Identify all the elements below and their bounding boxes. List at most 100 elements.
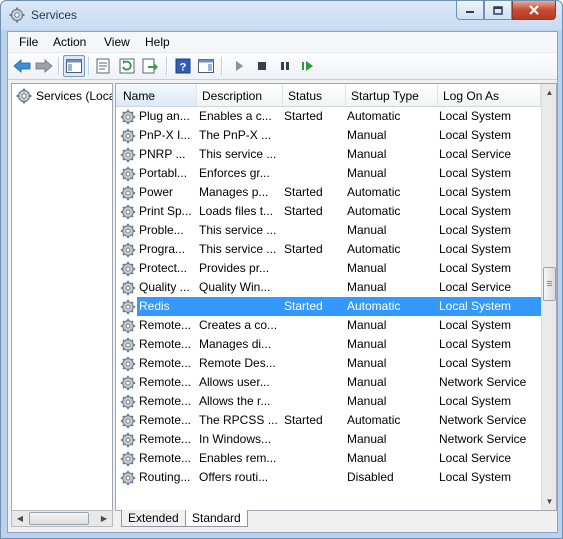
column-header-description[interactable]: Description bbox=[197, 84, 283, 106]
table-row[interactable]: Proble... This service ... Manual Local Sys… bbox=[116, 221, 541, 240]
table-row[interactable]: Power Manages p... Started Automatic Local S… bbox=[116, 183, 541, 202]
maximize-button[interactable] bbox=[484, 1, 512, 20]
table-row[interactable]: Remote... Enables rem... Manual Local Servi… bbox=[116, 449, 541, 468]
service-gear-icon bbox=[120, 451, 136, 467]
cell-name: Remote... bbox=[139, 432, 192, 446]
services-window: Services File Action View Help ? Service… bbox=[0, 0, 563, 539]
table-row[interactable]: Remote... In Windows... Manual Network Serv… bbox=[116, 430, 541, 449]
menu-file[interactable]: File bbox=[19, 35, 38, 49]
scroll-up-icon[interactable]: ▲ bbox=[542, 84, 556, 101]
column-header-status[interactable]: Status bbox=[283, 84, 346, 106]
window-title: Services bbox=[31, 8, 78, 22]
table-row[interactable]: Quality ... Quality Win... Manual Local Ser… bbox=[116, 278, 541, 297]
menu-view[interactable]: View bbox=[104, 35, 130, 49]
table-row[interactable]: Remote... The RPCSS ... Started Automatic Ne… bbox=[116, 411, 541, 430]
cell-status: Started bbox=[284, 109, 323, 123]
services-list-pane: ▲ Name Description Status Startup Type L… bbox=[115, 83, 557, 511]
tab-extended[interactable]: Extended bbox=[121, 510, 186, 527]
service-gear-icon bbox=[120, 375, 136, 391]
cell-description: Enables rem... bbox=[199, 451, 277, 465]
table-row[interactable]: Portabl... Enforces gr... Manual Local Syst… bbox=[116, 164, 541, 183]
service-gear-icon bbox=[120, 261, 136, 277]
cell-status bbox=[284, 335, 344, 354]
table-row[interactable]: Remote... Allows user... Manual Network Ser… bbox=[116, 373, 541, 392]
properties-button[interactable] bbox=[94, 57, 112, 75]
cell-startup-type: Manual bbox=[347, 280, 387, 294]
table-row[interactable]: Progra... This service ... Started Automati… bbox=[116, 240, 541, 259]
table-row[interactable]: Remote... Remote Des... Manual Local System bbox=[116, 354, 541, 373]
refresh-icon bbox=[119, 58, 135, 74]
column-header-log-on-as[interactable]: Log On As bbox=[438, 84, 541, 106]
toolbar: ? bbox=[8, 53, 557, 80]
forward-icon bbox=[35, 59, 53, 73]
title-bar[interactable]: Services bbox=[1, 1, 562, 31]
table-row[interactable]: Redis Started Automatic Local System bbox=[116, 297, 541, 316]
cell-log-on-as: Local System bbox=[439, 185, 512, 199]
menu-help[interactable]: Help bbox=[145, 35, 170, 49]
cell-name: Remote... bbox=[139, 394, 192, 408]
cell-description: Enables a c... bbox=[199, 109, 272, 123]
list-vertical-scrollbar[interactable]: ▲ ▼ bbox=[541, 84, 556, 510]
show-hide-console-tree-button[interactable] bbox=[63, 55, 85, 77]
cell-name: Routing... bbox=[139, 470, 191, 484]
toolbar-separator bbox=[88, 57, 90, 75]
cell-log-on-as: Local System bbox=[439, 318, 512, 332]
service-gear-icon bbox=[120, 413, 136, 429]
close-button[interactable] bbox=[512, 1, 556, 20]
cell-name: Progra... bbox=[139, 242, 186, 256]
tree-item-services-local[interactable]: Services (Local) bbox=[16, 88, 112, 104]
toolbar-separator bbox=[221, 57, 223, 75]
scroll-left-icon[interactable]: ◀ bbox=[12, 511, 28, 526]
cell-startup-type: Manual bbox=[347, 337, 387, 351]
cell-startup-type: Automatic bbox=[347, 299, 401, 313]
show-hide-console-tree-icon bbox=[66, 59, 82, 73]
cell-name: Remote... bbox=[139, 451, 192, 465]
help-button[interactable]: ? bbox=[174, 57, 192, 75]
table-row[interactable]: Protect... Provides pr... Manual Local Syst… bbox=[116, 259, 541, 278]
stop-service-button[interactable] bbox=[253, 57, 271, 75]
tab-standard[interactable]: Standard bbox=[185, 510, 248, 527]
tree-item-label: Services (Local) bbox=[36, 89, 112, 103]
cell-description: In Windows... bbox=[199, 432, 272, 446]
cell-name: Protect... bbox=[139, 261, 188, 275]
restart-service-button[interactable] bbox=[299, 57, 317, 75]
scrollbar-thumb[interactable] bbox=[29, 512, 89, 525]
cell-startup-type: Automatic bbox=[347, 109, 401, 123]
cell-startup-type: Automatic bbox=[347, 413, 401, 427]
table-row[interactable]: Print Sp... Loads files t... Started Automa… bbox=[116, 202, 541, 221]
table-row[interactable]: PNRP ... This service ... Manual Local Serv… bbox=[116, 145, 541, 164]
cell-log-on-as: Local System bbox=[439, 166, 512, 180]
minimize-button[interactable] bbox=[456, 1, 484, 20]
cell-status: Started bbox=[284, 242, 323, 256]
scroll-down-icon[interactable]: ▼ bbox=[542, 493, 556, 510]
forward-button[interactable] bbox=[35, 57, 53, 75]
table-row[interactable]: Routing... Offers routi... Disabled Local S… bbox=[116, 468, 541, 487]
services-gear-icon bbox=[16, 88, 32, 104]
cell-log-on-as: Local System bbox=[439, 356, 512, 370]
cell-log-on-as: Local System bbox=[439, 128, 512, 142]
pause-service-button[interactable] bbox=[276, 57, 294, 75]
scroll-right-icon[interactable]: ▶ bbox=[96, 511, 112, 526]
sort-ascending-icon: ▲ bbox=[146, 90, 154, 99]
refresh-button[interactable] bbox=[118, 57, 136, 75]
show-hide-action-pane-button[interactable] bbox=[197, 57, 215, 75]
cell-name: Remote... bbox=[139, 375, 192, 389]
table-row[interactable]: Plug an... Enables a c... Started Automatic… bbox=[116, 107, 541, 126]
export-list-button[interactable] bbox=[141, 57, 159, 75]
cell-log-on-as: Local System bbox=[439, 223, 512, 237]
service-gear-icon bbox=[120, 166, 136, 182]
scrollbar-thumb[interactable] bbox=[543, 267, 556, 301]
back-button[interactable] bbox=[13, 57, 31, 75]
cell-description: Allows user... bbox=[199, 375, 270, 389]
column-header-name[interactable]: ▲ Name bbox=[116, 84, 197, 106]
table-row[interactable]: Remote... Manages di... Manual Local System bbox=[116, 335, 541, 354]
tree-horizontal-scrollbar[interactable]: ◀ ▶ bbox=[11, 510, 113, 527]
table-row[interactable]: Remote... Allows the r... Manual Local Syst… bbox=[116, 392, 541, 411]
table-row[interactable]: Remote... Creates a co... Manual Local Syst… bbox=[116, 316, 541, 335]
start-service-button[interactable] bbox=[230, 57, 248, 75]
cell-status: Started bbox=[284, 299, 323, 313]
cell-description: Allows the r... bbox=[199, 394, 271, 408]
menu-action[interactable]: Action bbox=[53, 35, 86, 49]
column-header-startup-type[interactable]: Startup Type bbox=[346, 84, 438, 106]
table-row[interactable]: PnP-X I... The PnP-X ... Manual Local Syste… bbox=[116, 126, 541, 145]
